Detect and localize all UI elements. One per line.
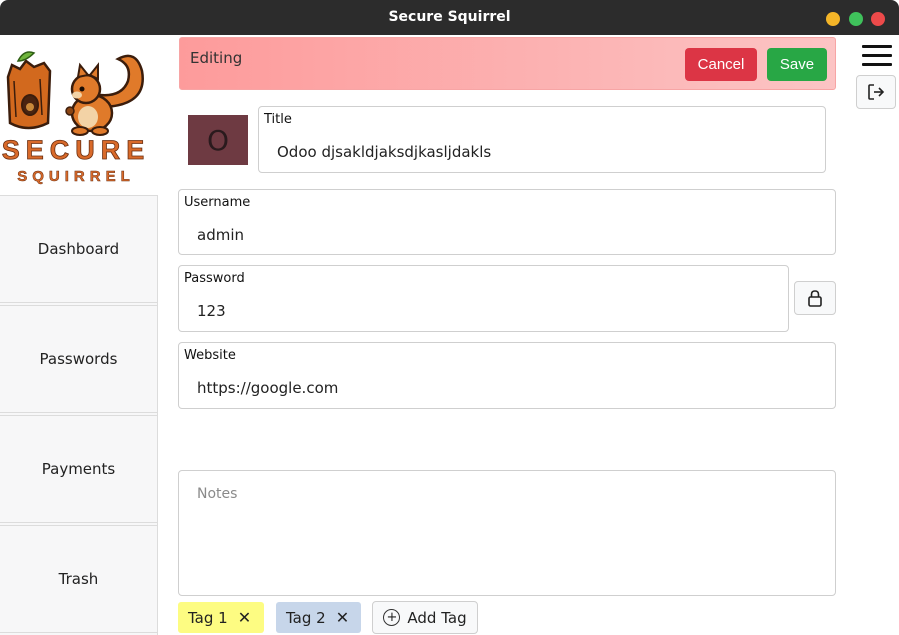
close-icon[interactable]: ✕ (238, 608, 251, 627)
password-label: Password (184, 271, 245, 286)
hamburger-menu-icon[interactable] (862, 45, 892, 67)
tag-label: Tag 2 (286, 608, 326, 627)
website-field[interactable]: Website https://google.com (178, 342, 836, 409)
editing-banner: Editing Cancel Save (179, 37, 836, 90)
window-titlebar: Secure Squirrel (0, 0, 899, 35)
password-input[interactable]: 123 (197, 302, 226, 320)
website-input[interactable]: https://google.com (197, 379, 338, 397)
maximize-button[interactable] (849, 12, 863, 26)
username-label: Username (184, 195, 251, 210)
notes-placeholder: Notes (197, 486, 238, 502)
logo-text-line2: SQUIRREL (17, 168, 135, 185)
avatar: O (188, 115, 248, 165)
tag-chip: Tag 2 ✕ (276, 602, 361, 633)
add-tag-button[interactable]: + Add Tag (372, 601, 478, 634)
sidebar-item-label: Payments (41, 460, 116, 478)
sidebar-item-label: Passwords (39, 350, 118, 368)
add-tag-label: Add Tag (407, 608, 467, 627)
lock-toggle-button[interactable] (794, 281, 836, 315)
close-window-button[interactable] (871, 12, 885, 26)
sidebar-item-dashboard[interactable]: Dashboard (0, 195, 157, 303)
sidebar-item-trash[interactable]: Trash (0, 525, 157, 633)
sidebar-item-payments[interactable]: Payments (0, 415, 157, 523)
sidebar-item-label: Dashboard (37, 240, 120, 258)
save-button[interactable]: Save (767, 48, 827, 81)
entry-editor: Editing Cancel Save O Title Odoo djsakld… (158, 35, 853, 635)
app-logo: SECURE SQUIRREL (0, 35, 158, 195)
lock-icon (808, 290, 822, 307)
plus-circle-icon: + (383, 609, 401, 626)
username-input[interactable]: admin (197, 226, 244, 244)
title-field[interactable]: Title Odoo djsakldjaksdjkasljdakls (258, 106, 826, 173)
cancel-button[interactable]: Cancel (685, 48, 757, 81)
editing-label: Editing (190, 49, 243, 67)
username-field[interactable]: Username admin (178, 189, 836, 255)
squirrel-logo-icon: SECURE SQUIRREL (1, 51, 151, 185)
sidebar-item-label: Trash (58, 570, 99, 588)
logo-text-line1: SECURE (2, 135, 151, 165)
password-field[interactable]: Password 123 (178, 265, 789, 332)
logout-button[interactable] (856, 75, 896, 109)
right-toolbar (853, 35, 899, 635)
minimize-button[interactable] (826, 12, 840, 26)
tag-chip: Tag 1 ✕ (178, 602, 264, 633)
title-label: Title (264, 112, 292, 127)
title-input[interactable]: Odoo djsakldjaksdjkasljdakls (277, 143, 491, 161)
notes-textarea[interactable]: Notes (178, 470, 836, 596)
sidebar-item-passwords[interactable]: Passwords (0, 305, 157, 413)
website-label: Website (184, 348, 236, 363)
close-icon[interactable]: ✕ (336, 608, 349, 627)
tag-label: Tag 1 (188, 608, 228, 627)
logout-icon (868, 84, 885, 100)
sidebar: SECURE SQUIRREL Dashboard Passwords Paym… (0, 35, 158, 635)
window-title: Secure Squirrel (388, 9, 511, 25)
